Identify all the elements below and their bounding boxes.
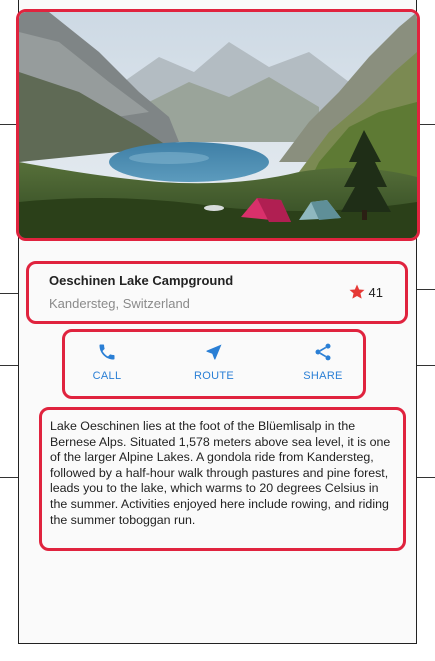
annotation-line-image-right: [418, 124, 435, 125]
navigation-arrow-icon: [206, 344, 222, 360]
share-label: SHARE: [303, 370, 343, 382]
title-section: Oeschinen Lake Campground Kandersteg, Sw…: [26, 261, 408, 324]
rating-count: 41: [368, 284, 383, 300]
call-button[interactable]: CALL: [67, 342, 147, 382]
lake-landscape-image: [19, 12, 417, 238]
phone-icon: [99, 344, 115, 360]
route-button[interactable]: ROUTE: [174, 342, 254, 382]
favorite-rating[interactable]: 41: [348, 283, 383, 301]
description-section: Lake Oeschinen lies at the foot of the B…: [39, 407, 406, 551]
share-button[interactable]: SHARE: [283, 342, 363, 382]
annotated-screenshot: Oeschinen Lake Campground Kandersteg, Sw…: [0, 0, 435, 661]
hero-image: [16, 9, 420, 241]
action-buttons-section: CALL ROUTE SHARE: [62, 329, 366, 399]
place-location: Kandersteg, Switzerland: [49, 296, 190, 311]
share-icon: [315, 343, 331, 361]
description-text: Lake Oeschinen lies at the foot of the B…: [50, 419, 391, 527]
route-label: ROUTE: [194, 370, 234, 382]
call-label: CALL: [92, 370, 122, 382]
star-icon[interactable]: [348, 283, 366, 301]
place-title: Oeschinen Lake Campground: [49, 273, 234, 288]
